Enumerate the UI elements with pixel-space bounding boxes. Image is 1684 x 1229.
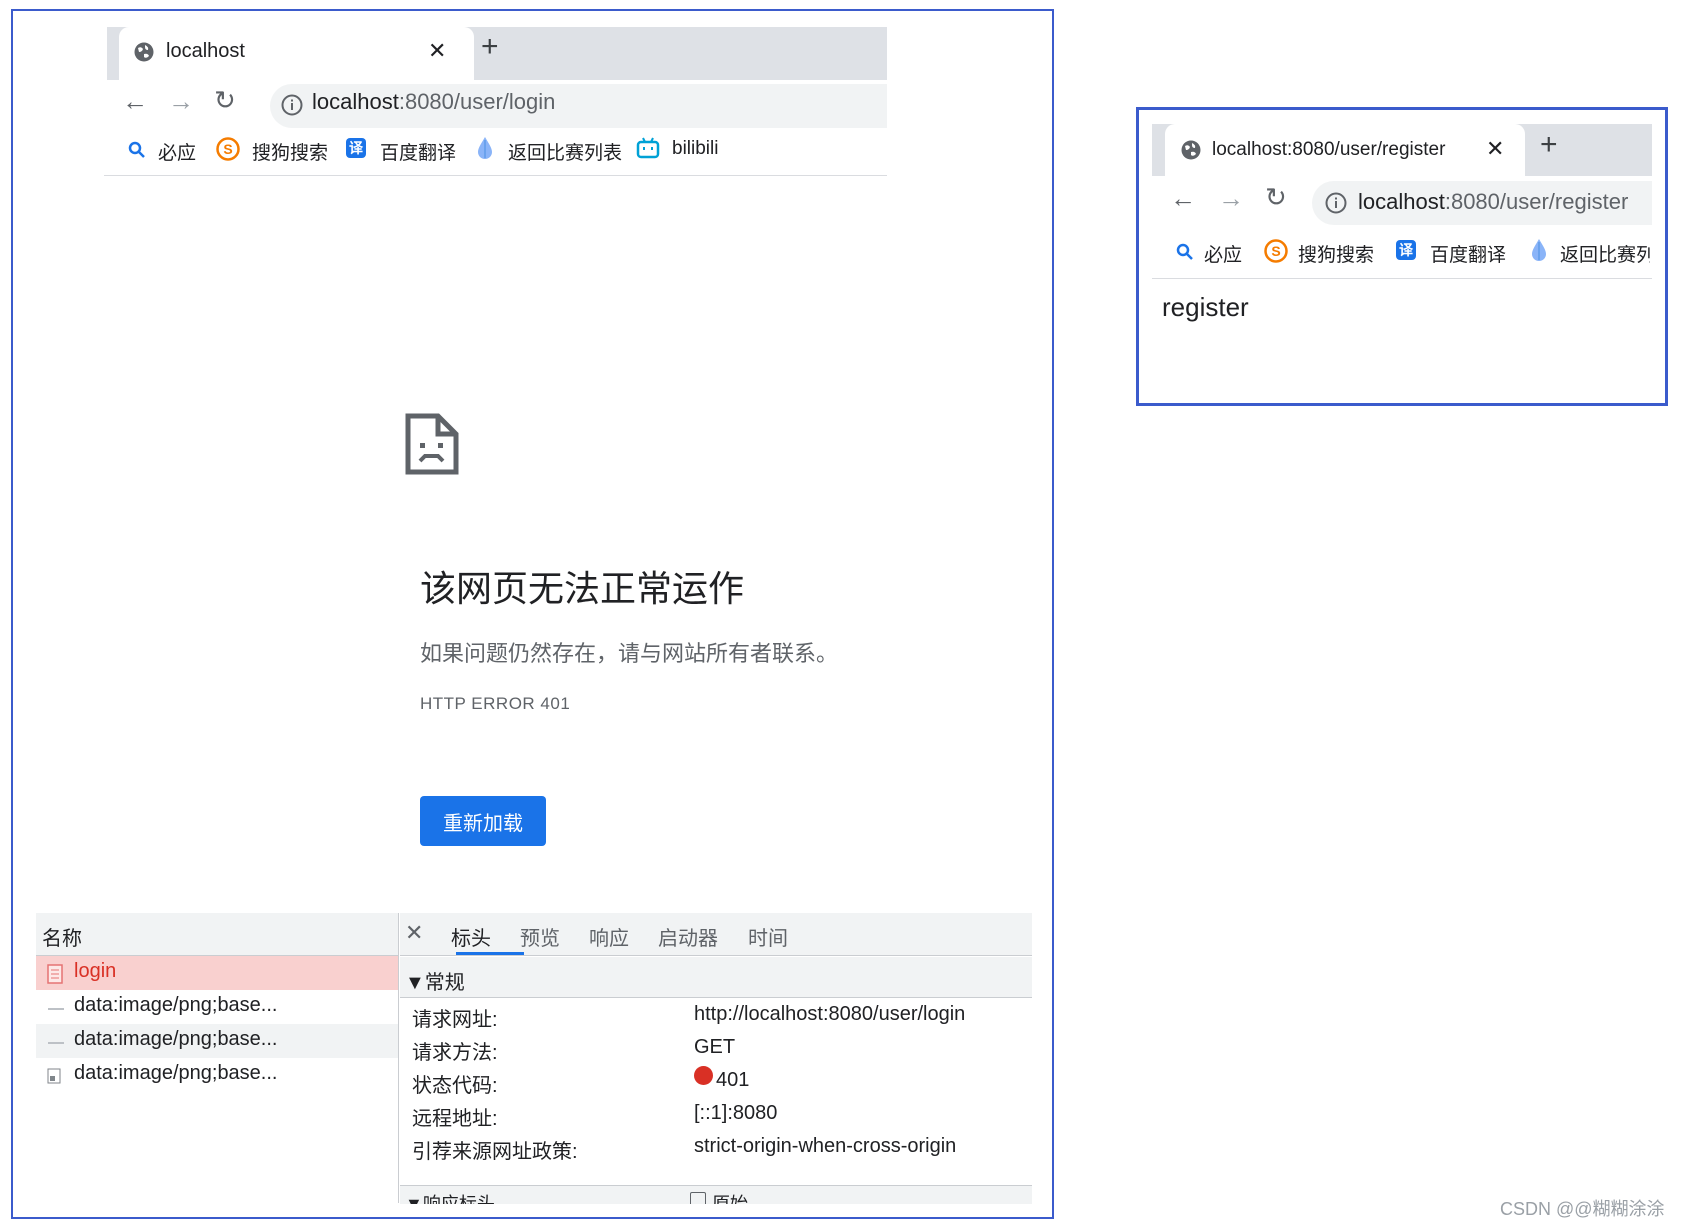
search-icon[interactable]	[128, 141, 146, 159]
address-bar[interactable]: localhost:8080/user/register	[1312, 181, 1652, 225]
bookmark-bing[interactable]: 必应	[158, 138, 196, 165]
reload-icon[interactable]: ↻	[1265, 182, 1287, 213]
drop-icon	[1532, 239, 1546, 261]
forward-button[interactable]: →	[1218, 183, 1244, 214]
status-error-dot-icon	[694, 1066, 713, 1085]
general-section-header[interactable]	[400, 957, 1032, 998]
tab-title: localhost:8080/user/register	[1212, 139, 1446, 160]
tab-close-icon[interactable]: ✕	[1486, 136, 1504, 162]
new-tab-button[interactable]: +	[1540, 128, 1558, 162]
bookmark-bilibili[interactable]: bilibili	[672, 138, 718, 160]
watermark: CSDN @@糊糊涂涂	[1500, 1199, 1665, 1219]
svg-text:S: S	[223, 141, 232, 157]
bookmark-return-list[interactable]: 返回比赛列表	[508, 138, 622, 165]
search-icon[interactable]	[1176, 243, 1194, 261]
tab-title: localhost	[166, 40, 245, 62]
toolbar-divider	[104, 175, 887, 176]
translate-icon: 译	[1396, 240, 1416, 260]
header-value-status: 401	[716, 1069, 750, 1091]
request-name[interactable]: data:image/png;base...	[74, 1062, 277, 1085]
request-name[interactable]: data:image/png;base...	[74, 1028, 277, 1051]
request-name[interactable]: data:image/png;base...	[74, 994, 277, 1017]
active-tab-indicator	[456, 952, 524, 955]
header-value-method: GET	[694, 1036, 736, 1058]
document-icon	[47, 964, 63, 984]
general-section-label[interactable]: ▼常规	[405, 966, 465, 995]
globe-icon	[134, 42, 154, 62]
tab-response[interactable]: 响应	[589, 922, 629, 951]
svg-text:S: S	[1271, 243, 1280, 259]
bilibili-icon	[636, 137, 660, 159]
raw-checkbox-label: 原始	[712, 1194, 748, 1204]
reload-button[interactable]: 重新加载	[420, 796, 546, 846]
page-text: register	[1162, 292, 1249, 322]
bookmark-sogou[interactable]: 搜狗搜索	[252, 138, 328, 165]
tab-initiator[interactable]: 启动器	[658, 922, 718, 951]
info-icon[interactable]	[280, 93, 304, 117]
url-text[interactable]: localhost:8080/user/login	[312, 89, 555, 115]
name-column-label: 名称	[42, 928, 82, 950]
panel-splitter[interactable]	[398, 913, 399, 1203]
name-column-header[interactable]	[36, 913, 398, 956]
header-value-remote: [::1]:8080	[694, 1102, 778, 1124]
sogou-icon: S	[1264, 239, 1288, 263]
header-key-referrer-policy: 引荐来源网址政策:	[412, 1141, 578, 1163]
tab-preview[interactable]: 预览	[520, 922, 560, 951]
error-title: 该网页无法正常运作	[420, 568, 745, 609]
sad-page-icon	[405, 413, 459, 475]
drop-icon	[478, 137, 492, 159]
bookmark-baidu-translate[interactable]: 百度翻译	[380, 138, 456, 165]
bookmark-sogou[interactable]: 搜狗搜索	[1298, 240, 1374, 267]
tab-timing[interactable]: 时间	[748, 922, 788, 951]
bookmark-baidu-translate[interactable]: 百度翻译	[1430, 240, 1506, 267]
info-icon[interactable]	[1324, 191, 1348, 215]
bookmark-bing[interactable]: 必应	[1204, 240, 1242, 267]
sogou-icon: S	[216, 137, 240, 161]
reload-icon[interactable]: ↻	[214, 85, 236, 116]
error-subtitle: 如果问题仍然存在，请与网站所有者联系。	[420, 641, 839, 666]
url-text[interactable]: localhost:8080/user/register	[1358, 189, 1628, 215]
header-key-status: 状态代码:	[412, 1075, 498, 1097]
header-value-referrer-policy: strict-origin-when-cross-origin	[694, 1135, 957, 1157]
header-key-method: 请求方法:	[412, 1042, 498, 1064]
back-button[interactable]: ←	[1170, 183, 1196, 214]
image-placeholder-icon	[48, 1008, 64, 1010]
request-name[interactable]: login	[74, 960, 116, 983]
tab-close-icon[interactable]: ✕	[428, 38, 446, 64]
toolbar-divider	[1152, 278, 1652, 279]
response-headers-section[interactable]: ▼响应标头 原始	[400, 1185, 1032, 1204]
bookmark-return-list[interactable]: 返回比赛列表	[1560, 240, 1650, 267]
new-tab-button[interactable]: +	[481, 30, 499, 64]
header-value-url: http://localhost:8080/user/login	[694, 1003, 966, 1025]
close-details-icon[interactable]: ✕	[405, 920, 423, 946]
header-key-remote: 远程地址:	[412, 1108, 498, 1130]
back-button[interactable]: ←	[122, 86, 148, 117]
header-key-url: 请求网址:	[412, 1009, 498, 1031]
translate-icon: 译	[346, 138, 366, 158]
raw-checkbox[interactable]	[690, 1192, 706, 1204]
error-code: HTTP ERROR 401	[420, 694, 571, 713]
image-file-icon	[47, 1068, 61, 1084]
image-placeholder-icon	[48, 1042, 64, 1044]
globe-icon	[1181, 140, 1201, 160]
tab-headers[interactable]: 标头	[451, 922, 491, 951]
response-headers-label[interactable]: ▼响应标头	[405, 1190, 495, 1204]
forward-button[interactable]: →	[168, 86, 194, 117]
